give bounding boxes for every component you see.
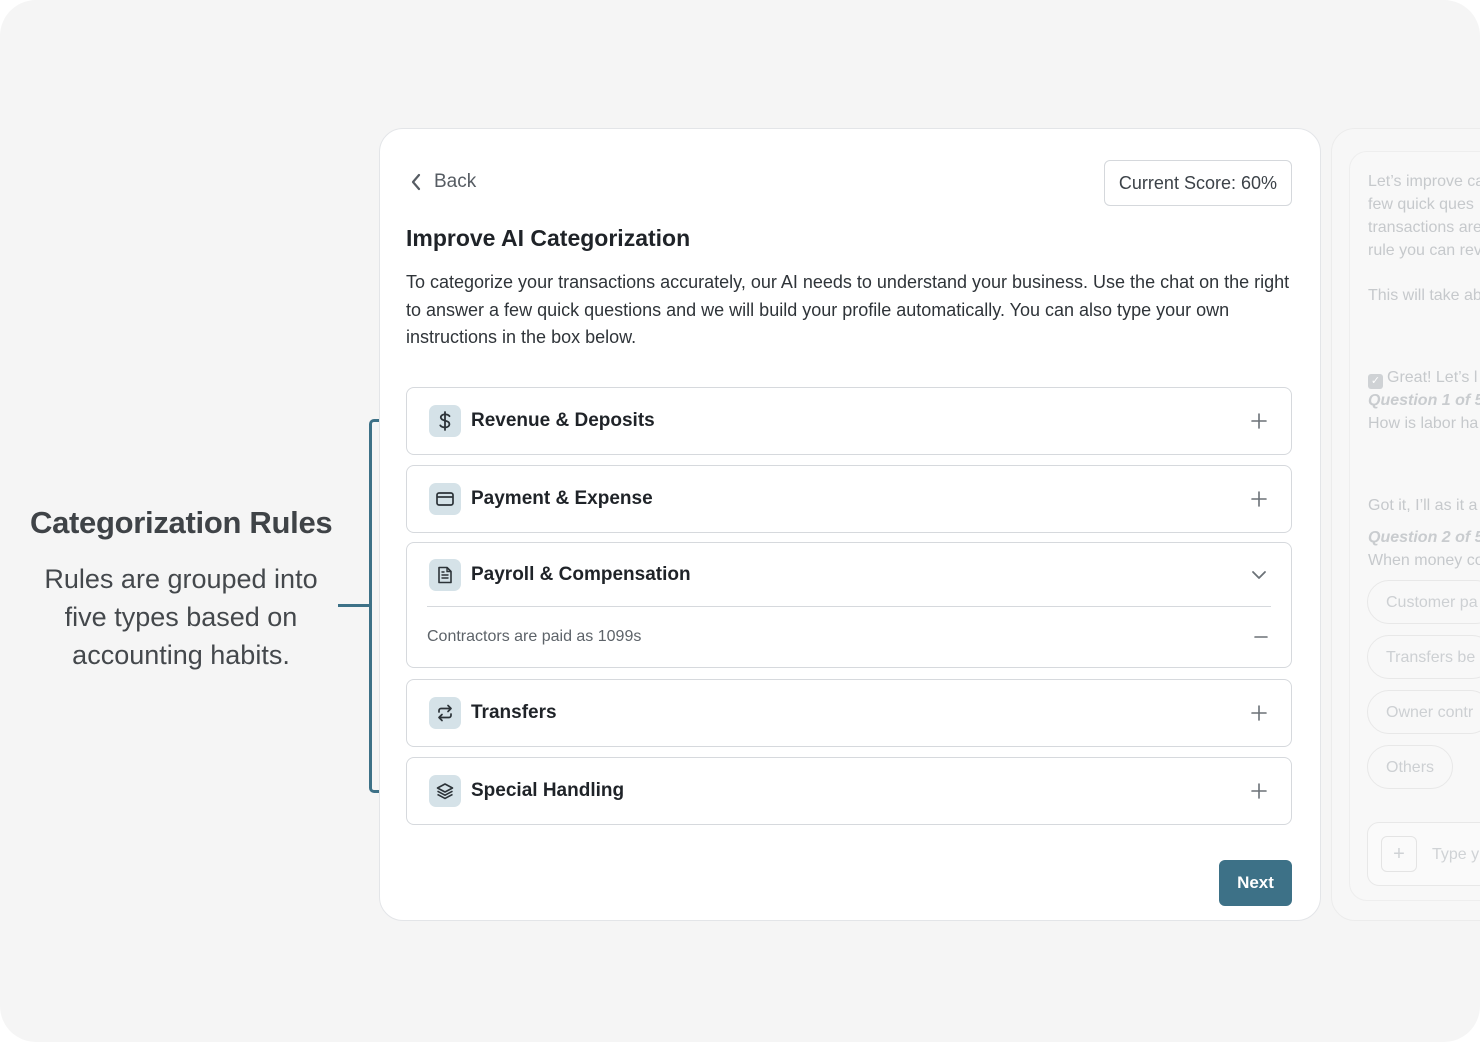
category-payroll-compensation[interactable]: Payroll & Compensation Contractors are p… (406, 542, 1292, 668)
chat-ack: ✓ Great! Let’s l (1368, 366, 1477, 389)
add-attachment-icon[interactable]: + (1381, 836, 1417, 872)
annotation-title: Categorization Rules (30, 505, 333, 540)
categorization-card: Back Current Score: 60% Improve AI Categ… (379, 128, 1321, 921)
chat-time-note: This will take ab (1368, 287, 1480, 304)
page-description: To categorize your transactions accurate… (406, 272, 1290, 347)
annotation-bracket-tick (338, 604, 369, 607)
chevron-down-icon[interactable] (1249, 565, 1269, 585)
chat-option-chip[interactable]: Owner contr (1367, 690, 1480, 734)
plus-icon[interactable] (1249, 489, 1269, 509)
category-payment-expense[interactable]: Payment & Expense (406, 465, 1292, 533)
category-revenue-deposits[interactable]: Revenue & Deposits (406, 387, 1292, 455)
chat-question-label: Question 1 of 5 (1368, 392, 1480, 409)
category-label: Transfers (471, 702, 557, 723)
category-label: Payment & Expense (471, 488, 653, 509)
plus-icon[interactable] (1249, 411, 1269, 431)
chat-intro-line: transactions are (1368, 219, 1480, 236)
transfer-arrows-icon (429, 697, 461, 729)
chat-intro-line: rule you can rev (1368, 242, 1480, 259)
document-icon (429, 558, 461, 591)
category-label: Special Handling (471, 780, 625, 801)
chevron-left-icon (410, 173, 422, 191)
chat-question-label: Question 2 of 5 (1368, 529, 1480, 546)
chat-intro-line: few quick ques (1368, 196, 1474, 213)
chat-option-chip[interactable]: Customer pa (1367, 580, 1480, 624)
screenshot-canvas: Categorization Rules Rules are grouped i… (0, 0, 1480, 1042)
back-button[interactable]: Back (410, 171, 476, 193)
chat-option-chip[interactable]: Transfers be (1367, 635, 1480, 679)
checkbox-icon: ✓ (1368, 374, 1383, 389)
plus-icon[interactable] (1249, 703, 1269, 723)
credit-card-icon (429, 483, 461, 515)
rule-text: Contractors are paid as 1099s (427, 628, 642, 645)
rule-row: Contractors are paid as 1099s (427, 606, 1271, 667)
minus-icon[interactable] (1251, 627, 1271, 647)
chat-question-text: How is labor ha (1368, 415, 1479, 432)
category-special-handling[interactable]: Special Handling (406, 757, 1292, 825)
category-transfers[interactable]: Transfers (406, 679, 1292, 747)
chat-question-text: When money co (1368, 552, 1480, 569)
current-score-badge: Current Score: 60% (1103, 160, 1292, 206)
chat-input-box[interactable]: + Type y (1367, 822, 1480, 886)
chat-panel: Let’s improve ca few quick ques transact… (1331, 128, 1480, 921)
category-label: Revenue & Deposits (471, 410, 655, 431)
chat-conversation: Let’s improve ca few quick ques transact… (1349, 151, 1480, 901)
next-button[interactable]: Next (1219, 860, 1292, 906)
plus-icon[interactable] (1249, 781, 1269, 801)
chat-ack-text: Great! Let’s l (1387, 369, 1478, 386)
category-label: Payroll & Compensation (471, 563, 691, 585)
chat-reply: Got it, I’ll as it a (1368, 497, 1478, 514)
page-title: Improve AI Categorization (406, 225, 691, 251)
layers-icon (429, 775, 461, 807)
dollar-icon (429, 405, 461, 437)
chat-input-placeholder: Type y (1432, 846, 1480, 863)
chat-option-chip[interactable]: Others (1367, 745, 1454, 789)
chat-intro-line: Let’s improve ca (1368, 173, 1480, 190)
back-label: Back (434, 171, 477, 192)
annotation-description: Rules are grouped into five types based … (44, 564, 318, 670)
